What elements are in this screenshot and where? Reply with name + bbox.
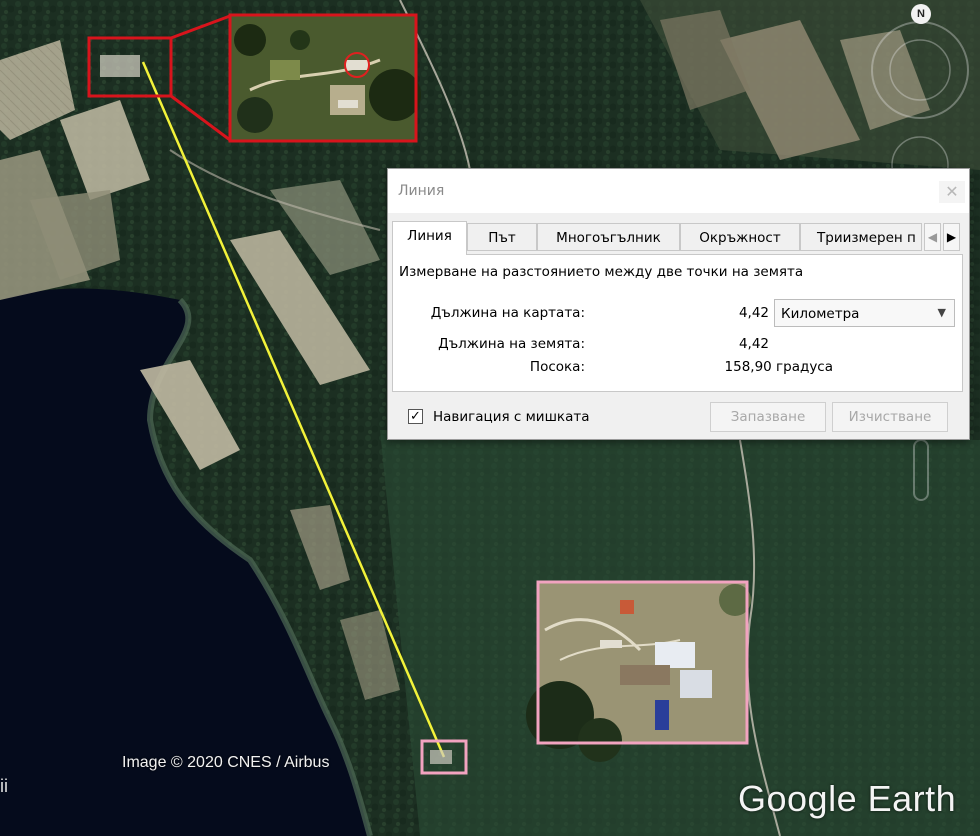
close-icon[interactable]: ✕ — [939, 181, 965, 203]
tab-scroll-right-icon[interactable]: ▶ — [943, 223, 960, 251]
compass-north-icon[interactable]: N — [911, 4, 931, 24]
mouse-navigation-label[interactable]: Навигация с мишката — [433, 409, 589, 425]
tab-3d-path[interactable]: Триизмерен п — [800, 223, 922, 251]
tab-scroll-left-icon[interactable]: ◀ — [924, 223, 941, 251]
unit-select[interactable]: Километра ▼ — [774, 299, 955, 327]
ground-length-value: 4,42 — [738, 336, 769, 352]
heading-value: 158,90 градуса — [724, 359, 833, 375]
dialog-title: Линия — [398, 183, 445, 199]
site-bottom-building — [430, 750, 452, 764]
inset-top-image — [228, 13, 421, 143]
mouse-navigation-checkbox[interactable]: ✓ — [408, 409, 423, 424]
line-tab-panel: Измерване на разстоянието между две точк… — [392, 254, 963, 392]
ground-length-label: Дължина на земята: — [438, 336, 585, 352]
clear-button[interactable]: Изчистване — [832, 402, 948, 432]
site-top-building — [100, 55, 140, 77]
google-earth-logo: Google Earth — [738, 778, 957, 819]
measure-description: Измерване на разстоянието между две точк… — [399, 264, 804, 280]
inset-bottom-image — [526, 580, 751, 762]
tab-line[interactable]: Линия — [392, 221, 467, 255]
tab-bar: Линия Път Многоъгълник Окръжност Триизме… — [392, 221, 965, 255]
tab-polygon[interactable]: Многоъгълник — [537, 223, 680, 251]
unit-select-value: Километра — [781, 306, 860, 322]
left-edge-glyph: ii — [0, 776, 8, 796]
heading-label: Посока: — [529, 359, 585, 375]
tab-path[interactable]: Път — [467, 223, 537, 251]
save-button[interactable]: Запазване — [710, 402, 826, 432]
map-length-label: Дължина на картата: — [430, 305, 585, 321]
tab-circle[interactable]: Окръжност — [680, 223, 800, 251]
chevron-down-icon: ▼ — [937, 306, 946, 319]
image-attribution: Image © 2020 CNES / Airbus — [122, 754, 330, 771]
map-length-value: 4,42 — [738, 305, 769, 321]
dialog-titlebar[interactable]: Линия ✕ — [388, 169, 969, 213]
ruler-dialog: Линия ✕ Линия Път Многоъгълник Окръжност… — [387, 168, 970, 440]
